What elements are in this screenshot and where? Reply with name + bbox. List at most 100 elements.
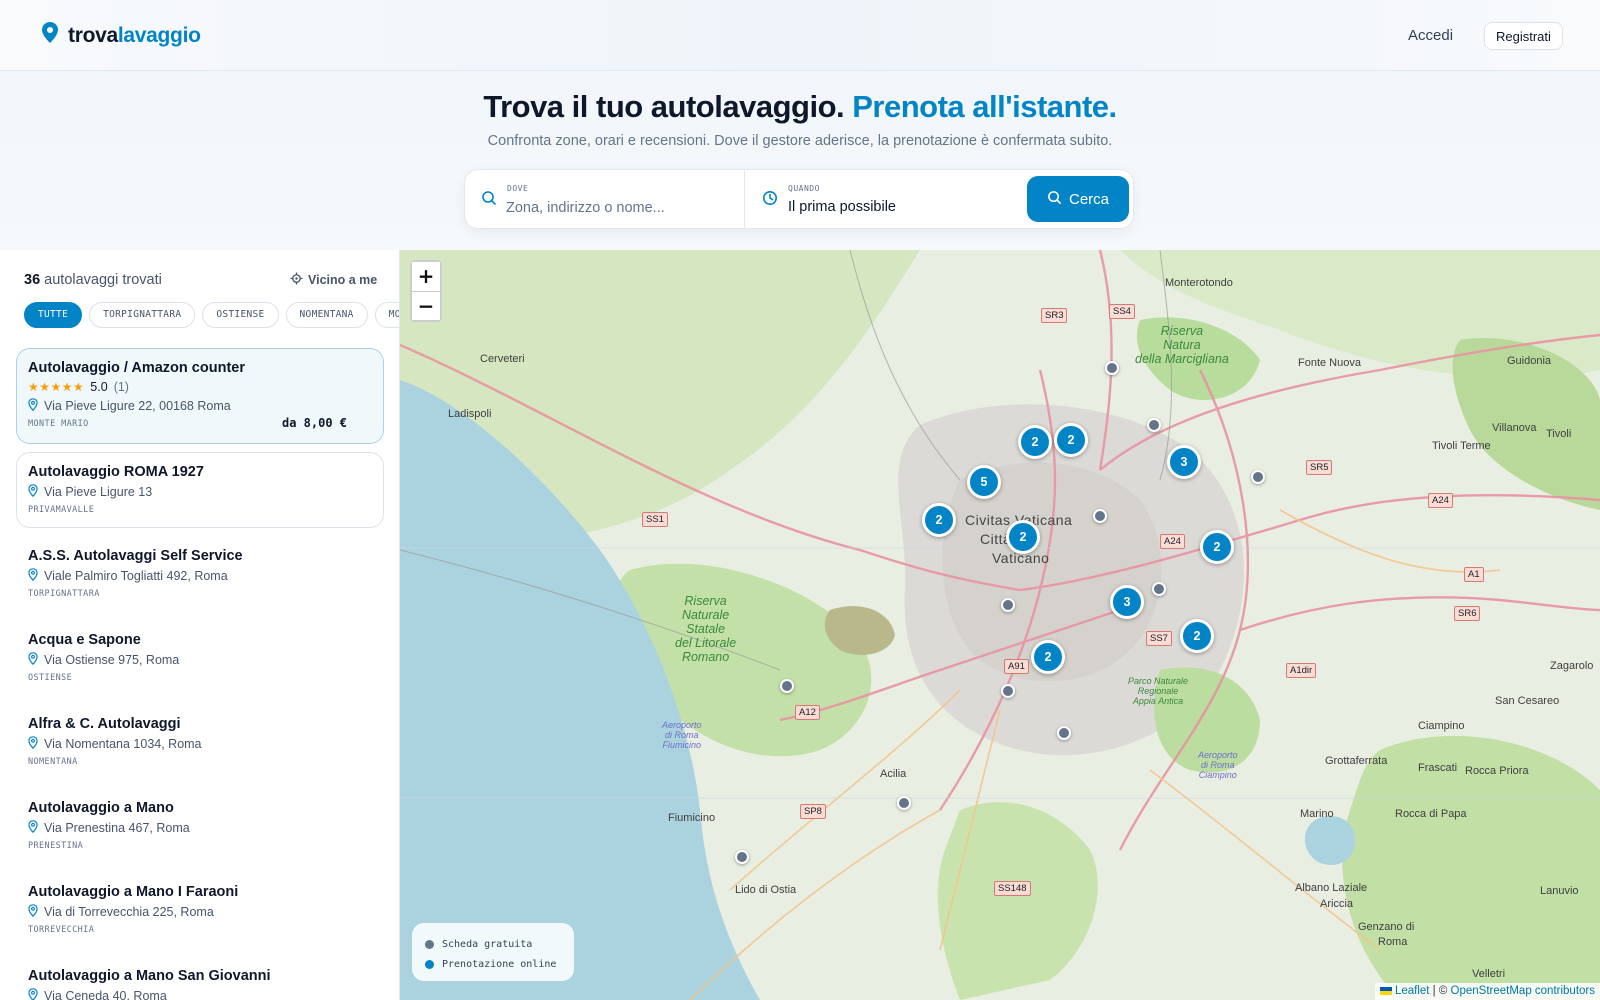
map-marker[interactable] [1147, 418, 1161, 432]
result-address: Via di Torrevecchia 225, Roma [44, 905, 214, 919]
result-address: Via Prenestina 467, Roma [44, 821, 190, 835]
marker-cluster[interactable]: 2 [1031, 640, 1065, 674]
chip-torpignattara[interactable]: TORPIGNATTARA [89, 302, 196, 328]
marker-cluster[interactable]: 5 [967, 465, 1001, 499]
map-label: Villanova [1492, 422, 1537, 434]
map-marker[interactable] [735, 850, 749, 864]
search-button-label: Cerca [1068, 190, 1109, 208]
map-pin-icon [28, 568, 38, 584]
district-filter: TUTTE TORPIGNATTARA OSTIENSE NOMENTANA M… [24, 302, 399, 330]
result-rating: ★★★★★ 5.0 (1) [28, 380, 372, 394]
result-card[interactable]: Autolavaggio a Mano I Faraoni Via di Tor… [16, 872, 384, 949]
map-label: Guidonia [1507, 355, 1552, 367]
zoom-out-button[interactable]: − [412, 291, 440, 320]
chip-nomentana[interactable]: NOMENTANA [285, 302, 368, 328]
result-address: Via Ostiense 975, Roma [44, 653, 180, 667]
result-address: Via Pieve Ligure 22, 00168 Roma [44, 399, 231, 413]
map-marker[interactable] [780, 679, 794, 693]
marker-cluster[interactable]: 3 [1167, 445, 1201, 479]
result-card[interactable]: Alfra & C. Autolavaggi Via Nomentana 103… [16, 704, 384, 781]
map-marker[interactable] [1057, 726, 1071, 740]
map-marker[interactable] [897, 796, 911, 810]
map-view[interactable]: Monterotondo Cerveteri Ladispoli Fonte N… [400, 250, 1600, 1000]
map-marker[interactable] [1105, 361, 1119, 375]
map-marker[interactable] [1251, 470, 1265, 484]
hero-title-accent: Prenota all'istante. [852, 89, 1117, 124]
map-label: Velletri [1472, 968, 1506, 980]
marker-cluster[interactable]: 3 [1110, 585, 1144, 619]
marker-cluster[interactable]: 2 [1054, 423, 1088, 457]
map-marker[interactable] [1001, 598, 1015, 612]
result-district: NOMENTANA [28, 757, 78, 767]
result-address-row: Via Ceneda 40, Roma [28, 988, 372, 1000]
when-value[interactable]: Il prima possibile [788, 199, 896, 215]
when-label: QUANDO [788, 184, 820, 193]
result-card[interactable]: Autolavaggio a Mano Via Prenestina 467, … [16, 788, 384, 865]
marker-cluster[interactable]: 2 [922, 503, 956, 537]
map-label: Roma [1378, 936, 1408, 948]
hero-subtitle: Confronta zone, orari e recensioni. Dove… [487, 133, 1113, 149]
logo[interactable]: trovalavaggio [42, 22, 201, 49]
map-label: San Cesareo [1495, 695, 1560, 707]
result-address-row: Via Pieve Ligure 22, 00168 Roma [28, 398, 372, 414]
chip-monte-mario[interactable]: MONTE MARIO [374, 302, 399, 328]
marker-cluster[interactable]: 2 [1180, 619, 1214, 653]
map-label: Marino [1300, 808, 1334, 820]
leaflet-link[interactable]: Leaflet [1395, 985, 1430, 997]
result-name: Autolavaggio / Amazon counter [28, 360, 245, 376]
chip-ostiense[interactable]: OSTIENSE [202, 302, 279, 328]
result-card[interactable]: A.S.S. Autolavaggi Self Service Viale Pa… [16, 536, 384, 613]
map-label: Parco Naturale Regionale Appia Antica [1128, 676, 1189, 706]
chip-all[interactable]: TUTTE [24, 302, 83, 328]
road-shield: SS4 [1109, 304, 1135, 319]
marker-cluster[interactable]: 2 [1018, 425, 1052, 459]
map-label: Rocca di Papa [1395, 808, 1467, 820]
attribution-separator: | © [1432, 985, 1448, 997]
osm-link[interactable]: OpenStreetMap contributors [1451, 985, 1595, 997]
results-count: 36 autolavaggi trovati [24, 272, 162, 288]
result-card[interactable]: Autolavaggio / Amazon counter ★★★★★ 5.0 … [16, 348, 384, 444]
result-address: Via Pieve Ligure 13 [44, 485, 153, 499]
marker-cluster[interactable]: 2 [1006, 520, 1040, 554]
result-card[interactable]: Autolavaggio a Mano San Giovanni Via Cen… [16, 956, 384, 1000]
legend-row: Scheda gratuita [425, 934, 561, 954]
register-button[interactable]: Registrati [1484, 22, 1563, 50]
top-bar: trovalavaggio Accedi Registrati [0, 0, 1600, 71]
map-label: Grottaferrata [1325, 755, 1388, 767]
results-sidebar: 36 autolavaggi trovati Vicino a me TUTTE… [0, 250, 400, 1000]
map-label: Acilia [880, 768, 907, 780]
result-address-row: Via Pieve Ligure 13 [28, 484, 372, 500]
where-label: DOVE [507, 184, 529, 193]
result-card[interactable]: Acqua e Sapone Via Ostiense 975, Roma OS… [16, 620, 384, 697]
near-me-button[interactable]: Vicino a me [290, 272, 377, 288]
map-marker[interactable] [1093, 509, 1107, 523]
logo-text-accent: lavaggio [117, 23, 201, 47]
map-label: Fiumicino [668, 812, 716, 824]
result-address-row: Viale Palmiro Togliatti 492, Roma [28, 568, 372, 584]
road-shield: SP8 [800, 804, 826, 819]
when-field[interactable]: QUANDO Il prima possibile [746, 170, 1026, 228]
result-name: Autolavaggio ROMA 1927 [28, 464, 204, 480]
results-count-text: autolavaggi trovati [44, 272, 162, 288]
where-input[interactable] [506, 198, 731, 218]
result-name: A.S.S. Autolavaggi Self Service [28, 548, 243, 564]
result-price: da 8,00 € [281, 416, 347, 430]
ukraine-flag-icon [1379, 986, 1392, 995]
marker-cluster[interactable]: 2 [1200, 530, 1234, 564]
result-district: OSTIENSE [28, 673, 73, 683]
result-address: Via Ceneda 40, Roma [44, 989, 167, 1000]
result-card[interactable]: Autolavaggio ROMA 1927 Via Pieve Ligure … [16, 452, 384, 528]
road-shield: A91 [1004, 659, 1029, 674]
map-label: Riserva Natura della Marcigliana [1135, 324, 1229, 366]
map-marker[interactable] [1001, 684, 1015, 698]
search-button[interactable]: Cerca [1027, 176, 1129, 222]
rating-count: (1) [113, 380, 129, 394]
result-address-row: Via Ostiense 975, Roma [28, 652, 372, 668]
where-field[interactable]: DOVE [465, 170, 745, 228]
result-name: Alfra & C. Autolavaggi [28, 716, 181, 732]
zoom-in-button[interactable]: + [412, 262, 440, 291]
map-label: Lanuvio [1540, 885, 1579, 897]
login-link[interactable]: Accedi [1408, 23, 1453, 49]
legend-free: Scheda gratuita [442, 938, 533, 950]
map-marker[interactable] [1152, 582, 1166, 596]
